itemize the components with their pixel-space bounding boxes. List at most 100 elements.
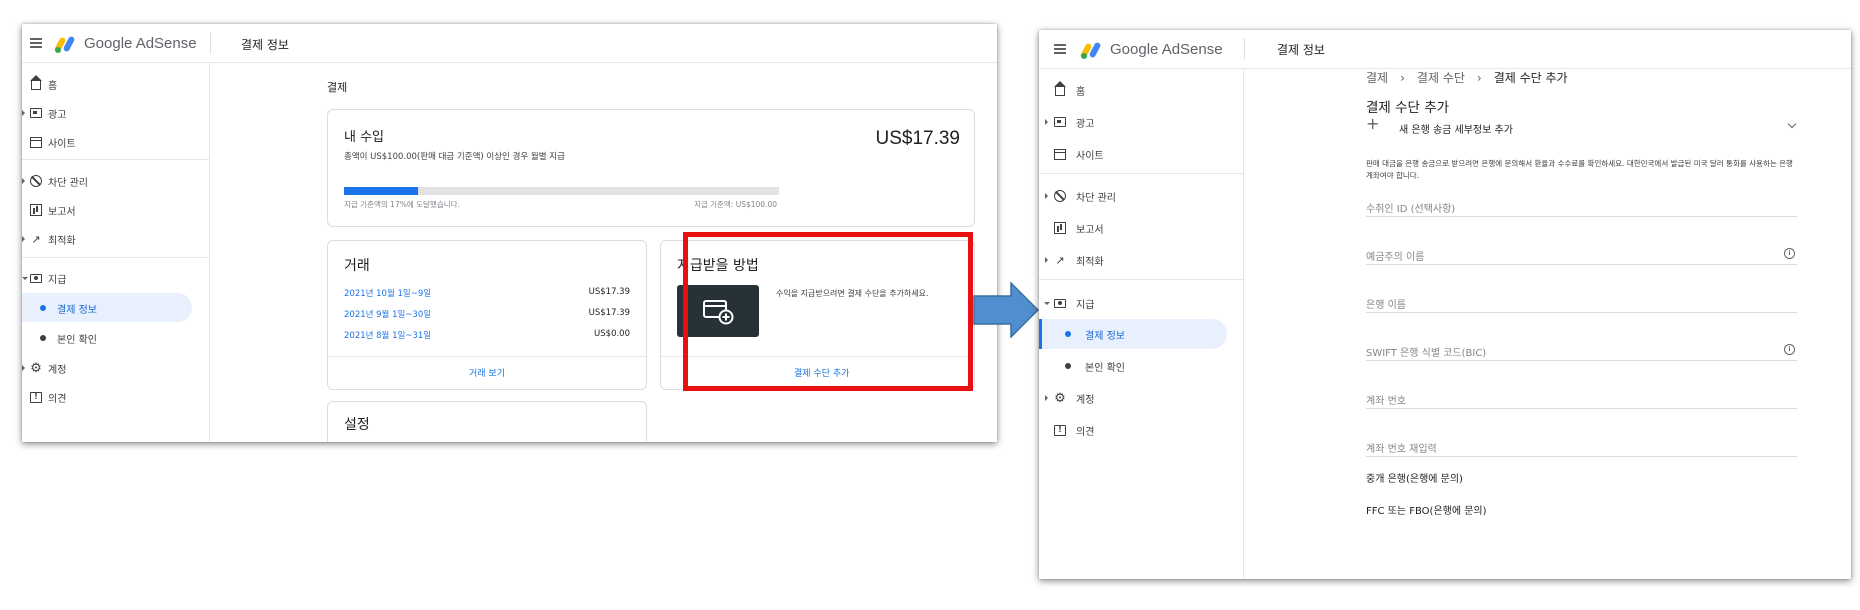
page-title: 결제 정보 bbox=[1277, 43, 1325, 57]
sidebar-item-label: 지급 bbox=[1076, 299, 1095, 311]
sidebar-item-label: 의견 bbox=[48, 393, 67, 405]
sidebar-item-account[interactable]: ⚙ 계정 bbox=[1039, 383, 1244, 413]
account-number-field[interactable]: 계좌 번호 bbox=[1366, 389, 1797, 409]
settings-card: 설정 bbox=[327, 401, 647, 442]
section-title: 결제 bbox=[327, 81, 348, 94]
page-title: 결제 정보 bbox=[241, 38, 289, 52]
sidebar-item-feedback[interactable]: ! 의견 bbox=[22, 382, 210, 412]
report-icon bbox=[30, 204, 42, 216]
divider bbox=[210, 32, 211, 54]
gear-icon: ⚙ bbox=[30, 360, 42, 376]
transactions-card: 거래 2021년 10월 1일~9일 US$17.39 2021년 9월 1일~… bbox=[327, 240, 647, 390]
transaction-row[interactable]: 2021년 9월 1일~30일 US$17.39 bbox=[344, 308, 630, 326]
sidebar-item-home[interactable]: 홈 bbox=[22, 69, 210, 99]
sidebar-item-label: 의견 bbox=[1076, 426, 1095, 438]
sidebar-item-sites[interactable]: 사이트 bbox=[1039, 139, 1244, 169]
collapse-caret-icon[interactable] bbox=[1044, 301, 1050, 305]
sidebar-item-label: 본인 확인 bbox=[57, 334, 97, 346]
sidebar-item-blocking-controls[interactable]: 차단 관리 bbox=[22, 166, 210, 196]
divider bbox=[22, 159, 210, 160]
transaction-date-link[interactable]: 2021년 9월 1일~30일 bbox=[344, 308, 431, 320]
sidebar-item-account[interactable]: ⚙ 계정 bbox=[22, 353, 210, 383]
highlight-frame bbox=[683, 232, 973, 391]
sidebar-item-payments[interactable]: 지급 bbox=[1039, 288, 1244, 318]
earnings-card: 내 수입 US$17.39 총액이 US$100.00(판매 대금 기준액) 이… bbox=[327, 109, 975, 227]
right-arrow-icon bbox=[973, 282, 1039, 338]
sidebar-item-label: 보고서 bbox=[48, 206, 76, 218]
adsense-logo[interactable]: Google AdSense bbox=[53, 35, 197, 53]
sidebar-item-blocking-controls[interactable]: 차단 관리 bbox=[1039, 181, 1244, 211]
sidebar-item-label: 최적화 bbox=[48, 235, 76, 247]
sidebar-item-payment-info[interactable]: 결제 정보 bbox=[22, 293, 192, 323]
transaction-row[interactable]: 2021년 10월 1일~9일 US$17.39 bbox=[344, 287, 630, 305]
expand-caret-icon[interactable] bbox=[1045, 257, 1048, 263]
payee-id-field[interactable]: 수취인 ID (선택사항) bbox=[1366, 197, 1797, 217]
sidebar-item-reports[interactable]: 보고서 bbox=[22, 195, 210, 225]
intermediary-bank-label[interactable]: 중개 은행(은행에 문의) bbox=[1366, 470, 1463, 485]
menu-icon[interactable] bbox=[30, 38, 42, 48]
sidebar-item-payment-info[interactable]: 결제 정보 bbox=[1039, 319, 1227, 349]
add-bank-transfer-details[interactable]: + 새 은행 송금 세부정보 추가 bbox=[1366, 114, 1797, 137]
adsense-add-payment-method-screenshot: Google AdSense 결제 정보 홈 광고 사이트 차단 관리 보고서 bbox=[1039, 30, 1851, 579]
account-number-confirm-field[interactable]: 계좌 번호 재입력 bbox=[1366, 437, 1797, 457]
breadcrumb-payments[interactable]: 결제 bbox=[1366, 69, 1388, 86]
chevron-down-icon[interactable] bbox=[1787, 119, 1797, 129]
collapse-caret-icon[interactable] bbox=[22, 276, 28, 280]
expand-caret-icon[interactable] bbox=[1045, 119, 1048, 125]
bullet-icon bbox=[40, 335, 46, 341]
sidebar-item-label: 사이트 bbox=[48, 138, 76, 150]
sidebar-item-label: 본인 확인 bbox=[1085, 362, 1125, 374]
transaction-date-link[interactable]: 2021년 8월 1일~31일 bbox=[344, 329, 431, 341]
menu-icon[interactable] bbox=[1054, 44, 1066, 54]
divider bbox=[328, 356, 646, 357]
earnings-subtitle: 총액이 US$100.00(판매 대금 기준액) 이상인 경우 월별 지급 bbox=[344, 152, 565, 162]
settings-title: 설정 bbox=[344, 417, 370, 433]
sidebar-item-identity-verification[interactable]: 본인 확인 bbox=[1039, 351, 1244, 381]
payments-icon bbox=[1054, 297, 1066, 309]
transaction-date-link[interactable]: 2021년 10월 1일~9일 bbox=[344, 287, 431, 299]
home-icon bbox=[30, 75, 42, 90]
breadcrumb: 결제 › 결제 수단 › 결제 수단 추가 bbox=[1366, 69, 1568, 86]
add-bank-transfer-label: 새 은행 송금 세부정보 추가 bbox=[1399, 125, 1513, 136]
expand-caret-icon[interactable] bbox=[22, 236, 25, 242]
block-icon bbox=[1054, 190, 1066, 202]
sidebar-item-ads[interactable]: 광고 bbox=[22, 98, 210, 128]
sidebar-item-label: 보고서 bbox=[1076, 224, 1104, 236]
transaction-row[interactable]: 2021년 8월 1일~31일 US$0.00 bbox=[344, 329, 630, 347]
sidebar-item-optimization[interactable]: ↗ 최적화 bbox=[1039, 245, 1244, 275]
sidebar-item-label: 계정 bbox=[1076, 394, 1095, 406]
field-label: 예금주의 이름 bbox=[1366, 252, 1425, 263]
sidebar-item-home[interactable]: 홈 bbox=[1039, 75, 1244, 105]
optimization-icon: ↗ bbox=[1055, 253, 1065, 267]
threshold-note: 지급 기준액: US$100.00 bbox=[693, 200, 777, 209]
sidebar-item-reports[interactable]: 보고서 bbox=[1039, 213, 1244, 243]
sidebar-item-optimization[interactable]: ↗ 최적화 bbox=[22, 224, 210, 254]
logo-text: Google AdSense bbox=[1110, 41, 1223, 58]
expand-caret-icon[interactable] bbox=[1045, 193, 1048, 199]
ffc-fbo-label[interactable]: FFC 또는 FBO(은행에 문의) bbox=[1366, 502, 1487, 517]
sidebar-item-ads[interactable]: 광고 bbox=[1039, 107, 1244, 137]
breadcrumb-current: 결제 수단 추가 bbox=[1493, 71, 1568, 85]
view-transactions-button[interactable]: 거래 보기 bbox=[469, 366, 505, 379]
sidebar-item-identity-verification[interactable]: 본인 확인 bbox=[22, 323, 210, 353]
swift-bic-field[interactable]: SWIFT 은행 식별 코드(BIC) i bbox=[1366, 341, 1797, 361]
expand-caret-icon[interactable] bbox=[1045, 395, 1048, 401]
expand-caret-icon[interactable] bbox=[22, 365, 25, 371]
sidebar-item-label: 차단 관리 bbox=[1076, 192, 1116, 204]
plus-icon: + bbox=[1366, 114, 1380, 133]
adsense-logo[interactable]: Google AdSense bbox=[1079, 41, 1223, 59]
expand-caret-icon[interactable] bbox=[22, 178, 25, 184]
info-icon[interactable]: i bbox=[1784, 248, 1795, 259]
sidebar-item-sites[interactable]: 사이트 bbox=[22, 127, 210, 157]
sidebar-item-feedback[interactable]: ! 의견 bbox=[1039, 415, 1244, 445]
account-holder-name-field[interactable]: 예금주의 이름 i bbox=[1366, 245, 1797, 265]
field-label: 수취인 ID (선택사항) bbox=[1366, 204, 1456, 215]
field-label: 계좌 번호 재입력 bbox=[1366, 444, 1437, 455]
sidebar-item-payments[interactable]: 지급 bbox=[22, 263, 210, 293]
sidebar-item-label: 홈 bbox=[48, 80, 58, 92]
bank-name-field[interactable]: 은행 이름 bbox=[1366, 293, 1797, 313]
expand-caret-icon[interactable] bbox=[22, 110, 25, 116]
info-icon[interactable]: i bbox=[1784, 344, 1795, 355]
ads-icon bbox=[30, 107, 42, 119]
breadcrumb-payment-methods[interactable]: 결제 수단 bbox=[1417, 69, 1465, 86]
